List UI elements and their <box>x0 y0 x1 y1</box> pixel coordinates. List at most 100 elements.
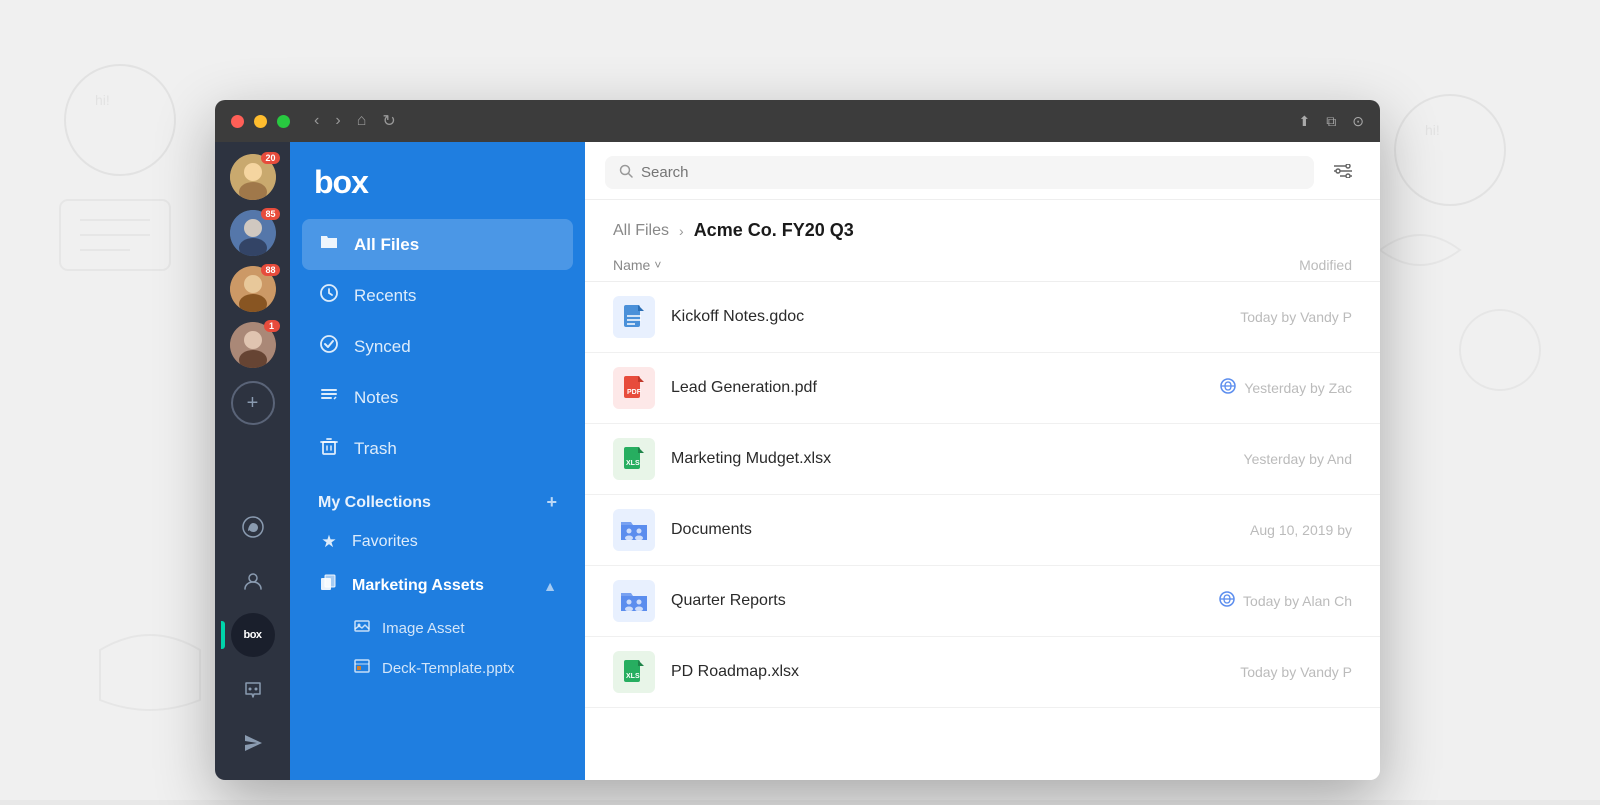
browser-actions-right: ⬆ ⧉ ⊙ <box>1299 113 1364 130</box>
file-icon-xlsx: XLS <box>613 438 655 480</box>
file-name: Kickoff Notes.gdoc <box>671 308 1152 326</box>
file-name: Marketing Mudget.xlsx <box>671 450 1152 468</box>
sidebar-item-favorites[interactable]: ★ Favorites <box>302 521 573 563</box>
file-list: Kickoff Notes.gdoc Today by Vandy P PDF <box>585 282 1380 780</box>
file-modified: Yesterday by Zac <box>1244 380 1352 396</box>
sidebar-item-trash[interactable]: Trash <box>302 423 573 474</box>
breadcrumb: All Files › Acme Co. FY20 Q3 <box>613 220 1352 241</box>
person-icon[interactable] <box>231 559 275 603</box>
back-button[interactable]: ‹ <box>310 110 323 132</box>
sort-icon: ˅ <box>654 258 661 272</box>
search-bar <box>605 156 1314 189</box>
svg-text:XLS: XLS <box>626 460 640 467</box>
brand-name: box <box>314 164 368 200</box>
forward-button[interactable]: › <box>331 110 344 132</box>
shared-link-icon <box>1220 378 1236 399</box>
file-meta: Yesterday by And <box>1152 451 1352 467</box>
breadcrumb-area: All Files › Acme Co. FY20 Q3 <box>585 200 1380 249</box>
deck-template-icon <box>354 658 370 678</box>
notes-label: Notes <box>354 388 398 408</box>
collections-title: My Collections <box>318 494 431 512</box>
file-name: Quarter Reports <box>671 592 1152 610</box>
file-icon-xlsx: XLS <box>613 651 655 693</box>
file-icon-gdoc <box>613 296 655 338</box>
dock-avatar-1[interactable]: 20 <box>230 154 276 200</box>
layers-icon[interactable]: ⧉ <box>1326 113 1336 130</box>
sidebar-item-notes[interactable]: Notes <box>302 372 573 423</box>
table-row[interactable]: XLS Marketing Mudget.xlsx Yesterday by A… <box>585 424 1380 495</box>
file-icon-folder-shared <box>613 580 655 622</box>
file-meta: Yesterday by Zac <box>1152 378 1352 399</box>
send-icon[interactable] <box>231 721 275 765</box>
browser-nav: ‹ › ⌂ ↻ <box>310 109 400 133</box>
close-button[interactable] <box>231 115 244 128</box>
breadcrumb-parent[interactable]: All Files <box>613 222 669 240</box>
box-dock-icon[interactable]: box <box>231 613 275 657</box>
shared-link-icon <box>1219 591 1235 612</box>
expand-icon[interactable]: ▲ <box>543 578 557 594</box>
sidebar-sub-item-deck-template[interactable]: Deck-Template.pptx <box>302 648 573 688</box>
file-icon-pdf: PDF <box>613 367 655 409</box>
sidebar-item-marketing-assets[interactable]: Marketing Assets ▲ <box>302 563 573 608</box>
sidebar-nav: All Files Recents <box>290 219 585 474</box>
sidebar-logo: box <box>290 142 585 219</box>
marketing-assets-icon <box>318 574 340 597</box>
dock-avatar-2[interactable]: 85 <box>230 210 276 256</box>
dock-avatar-3[interactable]: 88 <box>230 266 276 312</box>
search-input[interactable] <box>641 164 1300 181</box>
file-modified: Today by Vandy P <box>1240 664 1352 680</box>
image-asset-icon <box>354 618 370 638</box>
notes-icon <box>318 385 340 410</box>
table-row[interactable]: Kickoff Notes.gdoc Today by Vandy P <box>585 282 1380 353</box>
synced-label: Synced <box>354 337 411 357</box>
favorites-icon: ★ <box>318 532 340 552</box>
file-meta: Today by Vandy P <box>1152 664 1352 680</box>
badge-3: 88 <box>261 264 279 276</box>
add-collection-icon[interactable]: + <box>546 492 557 513</box>
all-files-label: All Files <box>354 235 419 255</box>
file-name: PD Roadmap.xlsx <box>671 663 1152 681</box>
table-row[interactable]: PDF Lead Generation.pdf <box>585 353 1380 424</box>
minimize-button[interactable] <box>254 115 267 128</box>
svg-text:PDF: PDF <box>627 389 642 396</box>
home-button[interactable]: ⌂ <box>353 110 371 132</box>
collections-header: My Collections + <box>290 474 585 521</box>
recents-label: Recents <box>354 286 416 306</box>
dock-avatar-4[interactable]: 1 <box>230 322 276 368</box>
file-modified: Yesterday by And <box>1244 451 1352 467</box>
svg-text:hi!: hi! <box>95 92 110 108</box>
filter-button[interactable] <box>1326 160 1360 185</box>
marketing-assets-label: Marketing Assets <box>352 577 484 595</box>
discord-icon[interactable] <box>231 667 275 711</box>
sidebar-item-all-files[interactable]: All Files <box>302 219 573 270</box>
sidebar-item-synced[interactable]: Synced <box>302 321 573 372</box>
column-modified-header: Modified <box>1152 257 1352 273</box>
favorites-label: Favorites <box>352 533 418 551</box>
table-row[interactable]: Documents Aug 10, 2019 by <box>585 495 1380 566</box>
file-modified: Today by Alan Ch <box>1243 593 1352 609</box>
maximize-button[interactable] <box>277 115 290 128</box>
history-icon[interactable]: ⊙ <box>1352 113 1364 130</box>
sidebar: box All Files <box>290 142 585 780</box>
sidebar-item-recents[interactable]: Recents <box>302 270 573 321</box>
file-meta: Today by Vandy P <box>1152 309 1352 325</box>
table-row[interactable]: XLS PD Roadmap.xlsx Today by Vandy P <box>585 637 1380 708</box>
svg-text:hi!: hi! <box>1425 122 1440 138</box>
whatsapp-icon[interactable] <box>231 505 275 549</box>
column-name-header[interactable]: Name ˅ <box>613 257 1152 273</box>
trash-icon <box>318 436 340 461</box>
refresh-button[interactable]: ↻ <box>378 109 399 133</box>
breadcrumb-separator: › <box>679 223 684 239</box>
dock: 20 85 <box>215 142 290 780</box>
file-list-header: Name ˅ Modified <box>585 249 1380 282</box>
search-icon <box>619 164 633 181</box>
file-meta: Aug 10, 2019 by <box>1152 522 1352 538</box>
image-asset-label: Image Asset <box>382 620 465 637</box>
recents-icon <box>318 283 340 308</box>
share-icon[interactable]: ⬆ <box>1299 113 1311 130</box>
add-contact-button[interactable]: + <box>231 381 275 425</box>
table-row[interactable]: Quarter Reports Today by Alan Ch <box>585 566 1380 637</box>
badge-1: 20 <box>261 152 279 164</box>
sidebar-sub-item-image-asset[interactable]: Image Asset <box>302 608 573 648</box>
file-meta: Today by Alan Ch <box>1152 591 1352 612</box>
